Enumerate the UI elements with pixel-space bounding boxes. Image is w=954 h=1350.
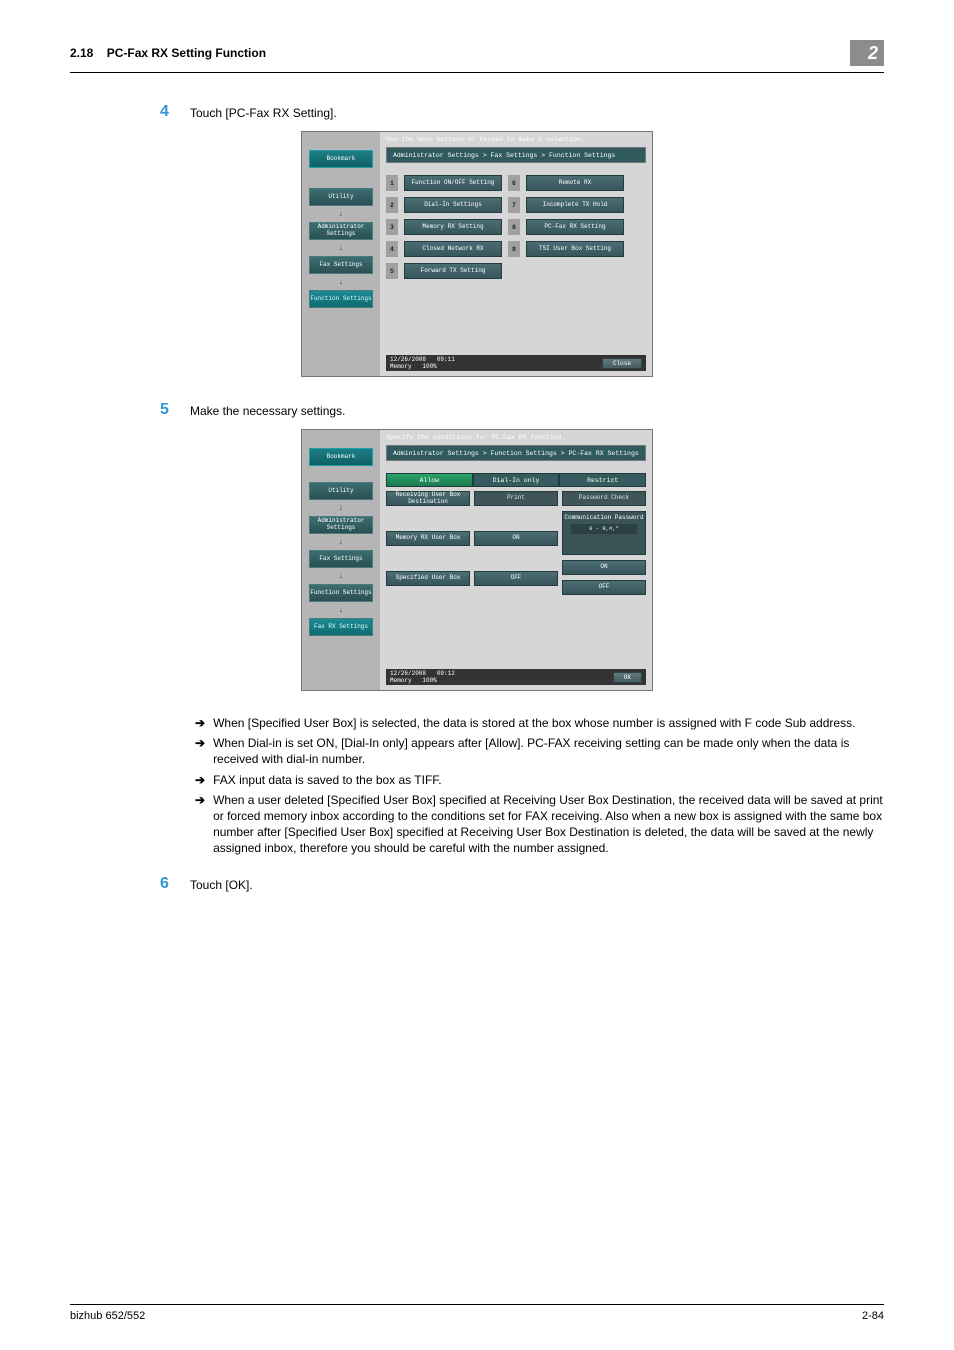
opt-forward-tx[interactable]: Forward TX Setting	[404, 263, 502, 279]
opt-specified-userbox[interactable]: Specified User Box	[386, 571, 470, 586]
status-mem-pct: 100%	[422, 677, 436, 684]
chevron-down-icon: ↓	[336, 605, 346, 615]
prompt-text: Use the menu buttons or keypad to make a…	[386, 136, 646, 143]
chevron-down-icon: ↓	[336, 537, 346, 547]
opt-num-3: 3	[386, 219, 398, 235]
prompt-text: Specify the conditions for PC-Fax RX fun…	[386, 434, 646, 441]
screenshot-pcfax-rx-settings: Bookmark Utility ↓ Administrator Setting…	[301, 429, 653, 691]
footer-product: bizhub 652/552	[70, 1310, 145, 1322]
section-title: PC-Fax RX Setting Function	[107, 46, 266, 60]
status-date: 12/26/2008	[390, 356, 426, 363]
nav-utility[interactable]: Utility	[309, 482, 373, 500]
opt-tsi-userbox[interactable]: TSI User Box Setting	[526, 241, 624, 257]
bookmark-button[interactable]: Bookmark	[309, 448, 373, 466]
screenshot-function-settings: Bookmark Utility ↓ Administrator Setting…	[301, 131, 653, 377]
status-bar: 12/26/2008 09:12 Memory 100% OK	[386, 669, 646, 685]
tab-allow[interactable]: Allow	[386, 473, 473, 487]
step-6: 6 Touch [OK].	[160, 875, 884, 893]
opt-password-off[interactable]: OFF	[562, 580, 646, 595]
label-print: Print	[474, 491, 558, 506]
chevron-down-icon: ↓	[336, 571, 346, 581]
chapter-badge: 2	[850, 40, 884, 66]
nav-utility[interactable]: Utility	[309, 188, 373, 206]
chevron-down-icon: ↓	[336, 243, 346, 253]
page-footer: bizhub 652/552 2-84	[70, 1304, 884, 1322]
chevron-down-icon: ↓	[336, 277, 346, 287]
nav-admin-settings[interactable]: Administrator Settings	[309, 516, 373, 534]
opt-num-8: 8	[508, 219, 520, 235]
tab-dialin-only[interactable]: Dial-In only	[473, 473, 560, 487]
arrow-icon: ➔	[195, 792, 205, 857]
step-text: Make the necessary settings.	[190, 401, 345, 419]
opt-function-onoff[interactable]: Function ON/OFF Setting	[404, 175, 502, 191]
chevron-down-icon: ↓	[336, 209, 346, 219]
nav-function-settings[interactable]: Function Settings	[309, 584, 373, 602]
status-date: 12/26/2008	[390, 670, 426, 677]
list-item: ➔When a user deleted [Specified User Box…	[195, 792, 884, 857]
status-time: 09:11	[437, 356, 455, 363]
opt-closed-network-rx[interactable]: Closed Network RX	[404, 241, 502, 257]
arrow-icon: ➔	[195, 735, 205, 767]
nav-fax-settings[interactable]: Fax Settings	[309, 256, 373, 274]
opt-num-9: 9	[508, 241, 520, 257]
tab-restrict[interactable]: Restrict	[559, 473, 646, 487]
step-number: 4	[160, 103, 190, 121]
nav-fax-rx-settings[interactable]: Fax RX Settings	[309, 618, 373, 636]
step-number: 5	[160, 401, 190, 419]
password-chars: 0 - 9,#,*	[571, 524, 637, 534]
step-5: 5 Make the necessary settings.	[160, 401, 884, 419]
nav-fax-settings[interactable]: Fax Settings	[309, 550, 373, 568]
opt-num-1: 1	[386, 175, 398, 191]
label-comm-password: Communication Password	[564, 515, 643, 521]
status-mem-label: Memory	[390, 677, 412, 684]
footer-page: 2-84	[862, 1310, 884, 1322]
opt-pcfax-rx[interactable]: PC-Fax RX Setting	[526, 219, 624, 235]
opt-incomplete-tx[interactable]: Incomplete TX Hold	[526, 197, 624, 213]
opt-memory-rx[interactable]: Memory RX Setting	[404, 219, 502, 235]
page-header: 2.18 PC-Fax RX Setting Function 2	[70, 40, 884, 66]
list-item: ➔When [Specified User Box] is selected, …	[195, 715, 884, 731]
arrow-icon: ➔	[195, 715, 205, 731]
step-text: Touch [PC-Fax RX Setting].	[190, 103, 337, 121]
breadcrumb: Administrator Settings > Function Settin…	[386, 445, 646, 461]
password-box: Communication Password 0 - 9,#,*	[562, 511, 646, 555]
opt-num-5: 5	[386, 263, 398, 279]
status-mem-pct: 100%	[422, 363, 436, 370]
ok-button[interactable]: OK	[613, 672, 642, 683]
status-time: 09:12	[437, 670, 455, 677]
breadcrumb: Administrator Settings > Fax Settings > …	[386, 147, 646, 163]
label-receiving-userbox-dest: Receiving User Box Destination	[386, 491, 470, 506]
opt-num-7: 7	[508, 197, 520, 213]
opt-print-on[interactable]: ON	[474, 531, 558, 546]
section-number: 2.18	[70, 46, 93, 60]
opt-print-off[interactable]: OFF	[474, 571, 558, 586]
close-button[interactable]: Close	[602, 358, 642, 369]
nav-function-settings[interactable]: Function Settings	[309, 290, 373, 308]
chevron-down-icon: ↓	[336, 503, 346, 513]
opt-num-2: 2	[386, 197, 398, 213]
opt-dialin-settings[interactable]: Dial-In Settings	[404, 197, 502, 213]
opt-num-4: 4	[386, 241, 398, 257]
opt-remote-rx[interactable]: Remote RX	[526, 175, 624, 191]
bookmark-button[interactable]: Bookmark	[309, 150, 373, 168]
header-rule	[70, 72, 884, 73]
label-password-check: Password Check	[562, 491, 646, 506]
step-text: Touch [OK].	[190, 875, 253, 893]
arrow-icon: ➔	[195, 772, 205, 788]
nav-admin-settings[interactable]: Administrator Settings	[309, 222, 373, 240]
opt-num-6: 6	[508, 175, 520, 191]
status-mem-label: Memory	[390, 363, 412, 370]
list-item: ➔FAX input data is saved to the box as T…	[195, 772, 884, 788]
status-bar: 12/26/2008 09:11 Memory 100% Close	[386, 355, 646, 371]
step-number: 6	[160, 875, 190, 893]
list-item: ➔When Dial-in is set ON, [Dial-In only] …	[195, 735, 884, 767]
opt-password-on[interactable]: ON	[562, 560, 646, 575]
notes-list: ➔When [Specified User Box] is selected, …	[195, 715, 884, 857]
step-4: 4 Touch [PC-Fax RX Setting].	[160, 103, 884, 121]
opt-memory-rx-userbox[interactable]: Memory RX User Box	[386, 531, 470, 546]
